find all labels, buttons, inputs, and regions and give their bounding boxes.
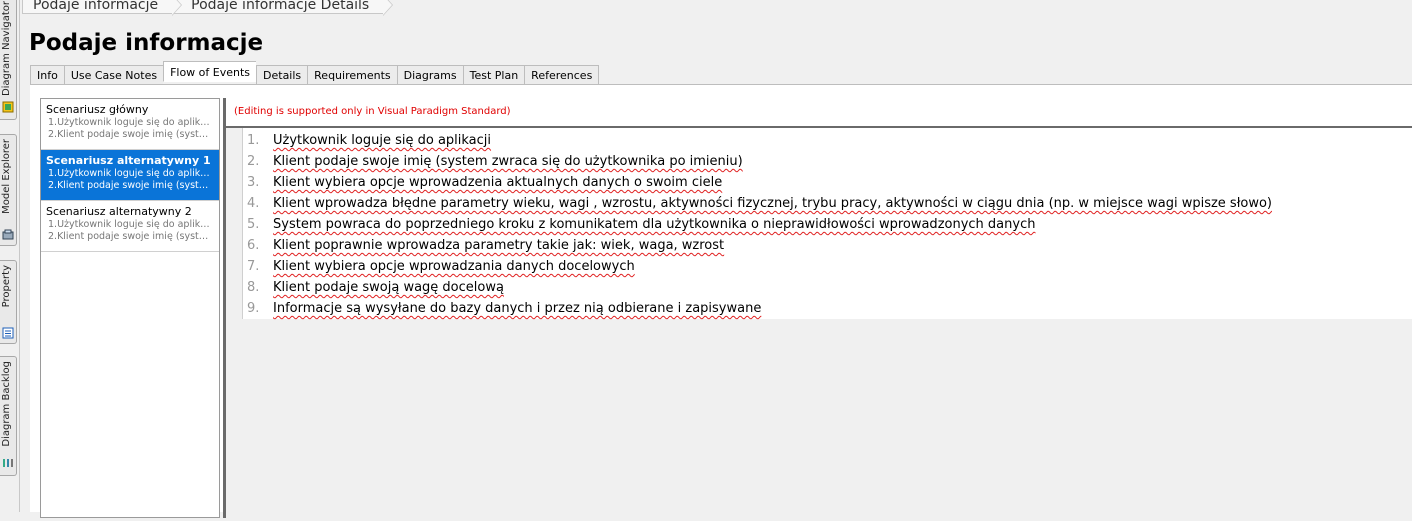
- flow-of-events-panel: Scenariusz główny 1. Użytkownik loguje si…: [30, 84, 1412, 521]
- scenario-preview-line: 1.Użytkownik loguje się do aplikacji: [48, 117, 214, 128]
- step-text: Klient podaje swoje imię (system zwraca …: [273, 154, 743, 169]
- step-number: 6.: [247, 238, 260, 253]
- step-row[interactable]: 9. Informacje są wysyłane do bazy danych …: [243, 298, 1412, 319]
- step-row[interactable]: 3. Klient wybiera opcje wprowadzenia aktu…: [243, 172, 1412, 193]
- tab-details[interactable]: Details: [256, 65, 308, 85]
- diagram-backlog-label: Diagram Backlog: [1, 361, 12, 447]
- scenario-preview-line: 1.Użytkownik loguje się do aplikacji: [48, 219, 214, 230]
- step-number: 5.: [247, 217, 260, 232]
- tab-flow-of-events[interactable]: Flow of Events: [163, 61, 257, 82]
- breadcrumb-item-use-case[interactable]: Podaje informacje: [22, 0, 183, 16]
- step-text: Klient wybiera opcje wprowadzenia aktual…: [273, 175, 723, 190]
- step-text: System powraca do poprzedniego kroku z k…: [273, 217, 1036, 232]
- tab-references[interactable]: References: [524, 65, 600, 85]
- step-number: 2.: [247, 154, 260, 169]
- tab-use-case-notes[interactable]: Use Case Notes: [63, 65, 164, 85]
- diagram-backlog-icon: [3, 459, 13, 467]
- scenario-title: Scenariusz alternatywny 2: [46, 205, 192, 218]
- step-text: Klient podaje swoją wagę docelową: [273, 280, 504, 295]
- step-row[interactable]: 5. System powraca do poprzedniego kroku z…: [243, 214, 1412, 235]
- main-area: Podaje informacje Podaje informacje Deta…: [22, 0, 1412, 521]
- step-number: 4.: [247, 196, 260, 211]
- step-row[interactable]: 7. Klient wybiera opcje wprowadzania dany…: [243, 256, 1412, 277]
- step-row[interactable]: 8. Klient podaje swoją wagę docelową: [243, 277, 1412, 298]
- steps-area: 1. Użytkownik loguje się do aplikacji 2. K…: [226, 126, 1412, 521]
- property-icon: [2, 327, 14, 339]
- step-number: 7.: [247, 259, 260, 274]
- scenario-preview-line: 1.Użytkownik loguje się do aplikacji: [48, 168, 214, 179]
- step-row[interactable]: 2. Klient podaje swoje imię (system zwrac…: [243, 151, 1412, 172]
- tab-info[interactable]: Info: [30, 65, 64, 85]
- scenario-title: Scenariusz główny: [46, 103, 149, 116]
- side-tool-strip: Diagram Navigator Model Explorer Propert…: [0, 0, 20, 512]
- step-text: Informacje są wysyłane do bazy danych i …: [273, 301, 762, 316]
- scenario-preview-line: 2.Klient podaje swoje imię (system...: [48, 180, 214, 191]
- diagram-backlog-tab[interactable]: Diagram Backlog: [0, 356, 17, 476]
- model-explorer-tab[interactable]: Model Explorer: [0, 134, 17, 246]
- property-tab[interactable]: Property: [0, 260, 17, 344]
- step-number: 1.: [247, 133, 260, 148]
- step-row[interactable]: 1. Użytkownik loguje się do aplikacji: [243, 130, 1412, 151]
- step-text: Użytkownik loguje się do aplikacji: [273, 133, 492, 148]
- step-number: 9.: [247, 301, 260, 316]
- step-number: 8.: [247, 280, 260, 295]
- step-text: Klient wybiera opcje wprowadzania danych…: [273, 259, 635, 274]
- page-title: Podaje informacje: [29, 30, 264, 56]
- scenario-preview-line: 2.Klient podaje swoje imię (system...: [48, 231, 214, 242]
- diagram-navigator-label: Diagram Navigator: [1, 1, 12, 97]
- editing-notice: (Editing is supported only in Visual Par…: [234, 106, 511, 117]
- steps-list: 1. Użytkownik loguje się do aplikacji 2. K…: [242, 128, 1412, 319]
- scenario-preview-line: 2.Klient podaje swoje imię (system...: [48, 129, 214, 140]
- step-text: Klient wprowadza błędne parametry wieku,…: [273, 196, 1272, 211]
- scenario-item-alternative-1[interactable]: Scenariusz alternatywny 1 1.Użytkownik l…: [41, 150, 219, 201]
- breadcrumb: Podaje informacje Podaje informacje Deta…: [22, 0, 394, 16]
- step-text: Klient poprawnie wprowadza parametry tak…: [273, 238, 725, 253]
- breadcrumb-item-details[interactable]: Podaje informacje Details: [172, 0, 394, 16]
- tab-test-plan[interactable]: Test Plan: [462, 65, 525, 85]
- step-row[interactable]: 6. Klient poprawnie wprowadza parametry t…: [243, 235, 1412, 256]
- scenario-list: Scenariusz główny 1.Użytkownik loguje si…: [40, 98, 220, 518]
- tab-bar: Info Use Case Notes Flow of Events Detai…: [30, 61, 600, 85]
- model-explorer-label: Model Explorer: [1, 139, 12, 214]
- property-label: Property: [1, 265, 12, 308]
- scenario-item-alternative-2[interactable]: Scenariusz alternatywny 2 1.Użytkownik l…: [41, 201, 219, 252]
- scenario-title: Scenariusz alternatywny 1: [46, 154, 211, 167]
- diagram-navigator-tab[interactable]: Diagram Navigator: [0, 0, 17, 120]
- model-explorer-icon: [2, 229, 14, 240]
- tab-requirements[interactable]: Requirements: [307, 65, 397, 85]
- diagram-navigator-icon: [2, 101, 14, 113]
- step-row[interactable]: 4. Klient wprowadza błędne parametry wiek…: [243, 193, 1412, 214]
- scenario-item-main[interactable]: Scenariusz główny 1.Użytkownik loguje si…: [41, 99, 219, 150]
- scenario-editor: (Editing is supported only in Visual Par…: [223, 98, 1412, 521]
- step-number: 3.: [247, 175, 260, 190]
- tab-diagrams[interactable]: Diagrams: [396, 65, 463, 85]
